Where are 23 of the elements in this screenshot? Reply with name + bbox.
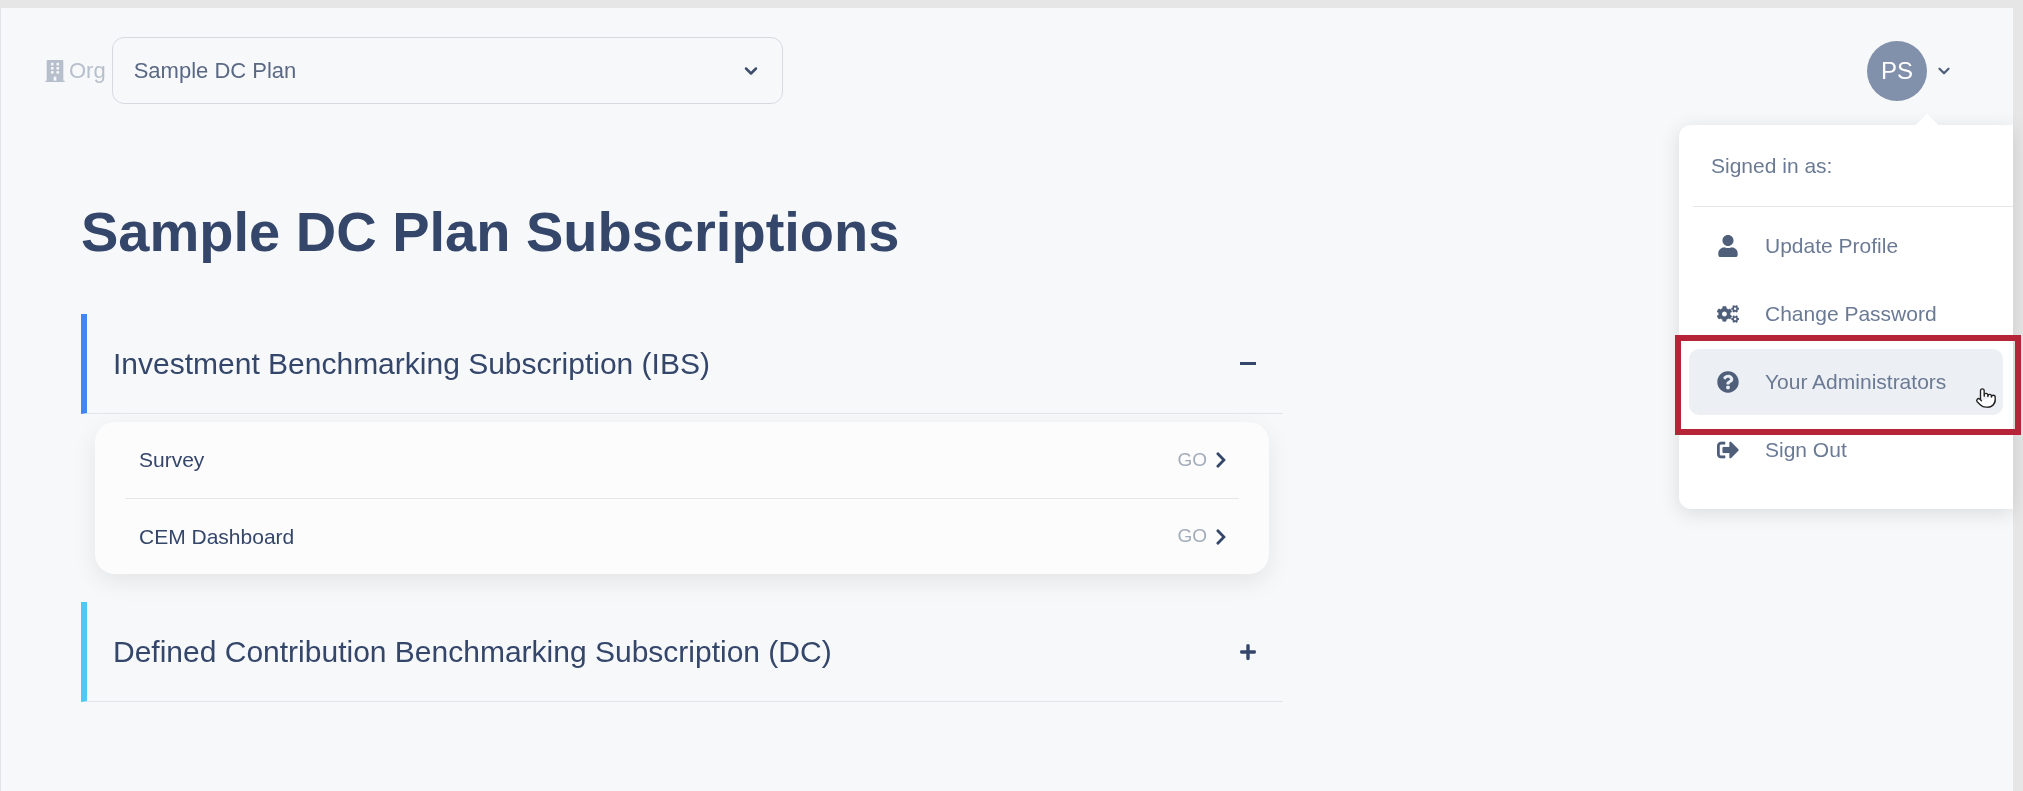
- gears-icon: [1717, 303, 1739, 325]
- org-select[interactable]: Sample DC Plan: [111, 37, 783, 104]
- menu-item[interactable]: Sign Out: [1689, 417, 2003, 483]
- building-icon: [45, 59, 65, 82]
- menu-item[interactable]: Change Password: [1689, 281, 2003, 347]
- subscription-item: CEM Dashboard: [139, 523, 295, 550]
- user-avatar[interactable]: PS: [1867, 40, 1927, 101]
- menu-header: Signed in as:: [1693, 125, 2013, 207]
- accordion-header[interactable]: Defined Contribution Benchmarking Subscription (DC): [81, 602, 1283, 702]
- sign-out-icon: [1717, 439, 1739, 461]
- accordion-header[interactable]: Investment Benchmarking Subscription (IBS): [81, 314, 1283, 414]
- menu-item[interactable]: Update Profile: [1689, 213, 2003, 279]
- expand-icon: [1239, 642, 1257, 661]
- collapse-icon: [1240, 362, 1256, 365]
- page-title: Sample DC Plan Subscriptions: [81, 199, 900, 265]
- org-label: Org: [69, 57, 106, 85]
- go-link[interactable]: GO: [1177, 522, 1229, 551]
- hand-cursor-icon: [1975, 385, 1997, 411]
- user-icon: [1717, 235, 1739, 257]
- go-link[interactable]: GO: [1177, 445, 1229, 475]
- help-icon: [1717, 371, 1739, 393]
- menu-item[interactable]: Your Administrators: [1689, 349, 2003, 415]
- subscription-item: Survey: [139, 447, 205, 474]
